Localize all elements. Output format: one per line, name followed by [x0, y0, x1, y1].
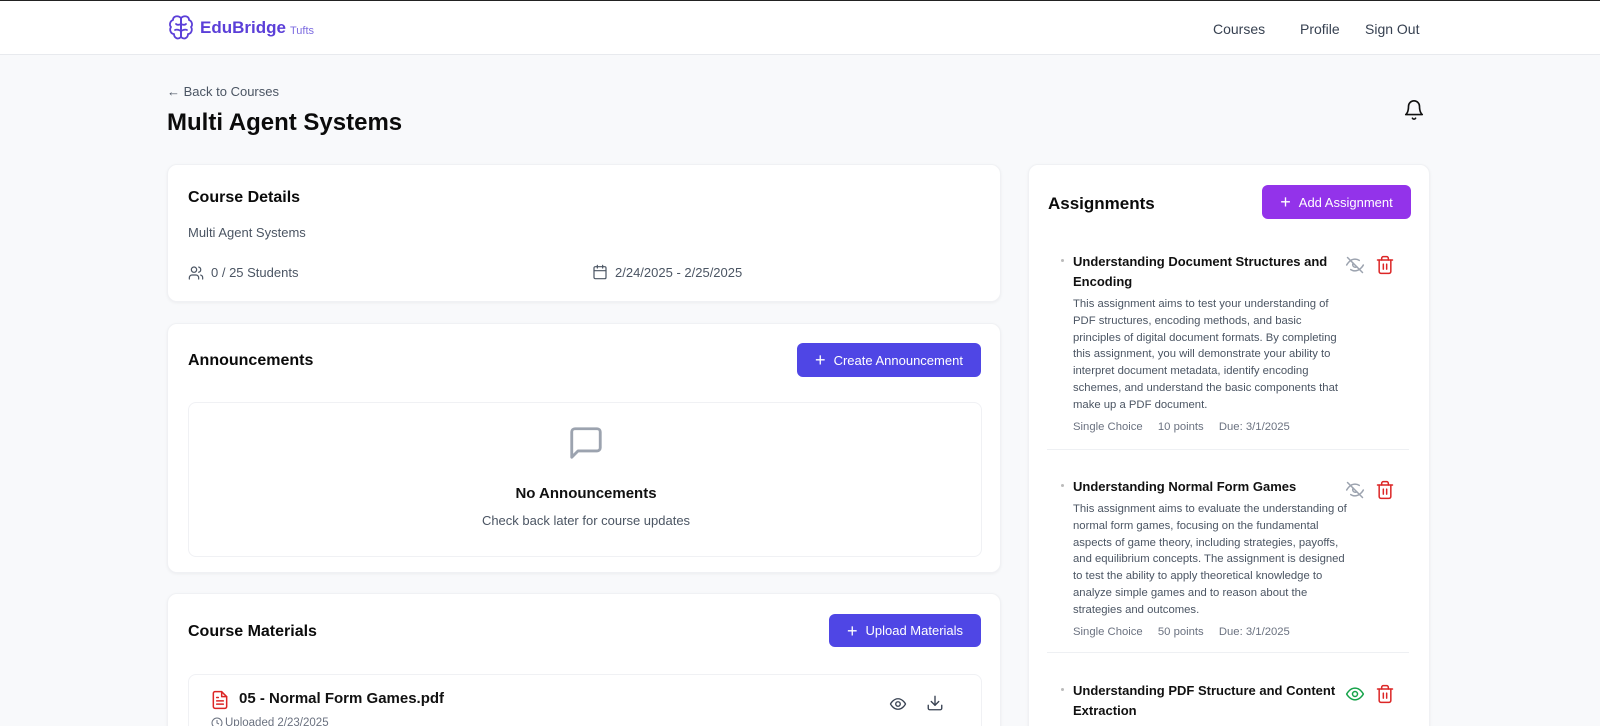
eye-off-icon[interactable]	[1345, 480, 1365, 500]
material-uploaded-date: Uploaded 2/23/2025	[225, 717, 329, 726]
announcements-card: Announcements + Create Announcement No A…	[167, 323, 1001, 573]
assignment-due: Due: 3/1/2025	[1218, 421, 1290, 433]
course-dates: 2/24/2025 - 2/25/2025	[615, 265, 743, 280]
clock-icon	[211, 717, 223, 726]
bullet	[1061, 688, 1064, 691]
assignment-type: Single Choice	[1073, 421, 1143, 433]
assignment-meta: Single Choice 50 points Due: 3/1/2025	[1073, 626, 1302, 638]
upload-materials-label: Upload Materials	[865, 623, 964, 638]
download-icon[interactable]	[926, 694, 944, 712]
materials-heading: Course Materials	[188, 623, 317, 640]
brand-name: EduBridge	[200, 18, 286, 37]
eye-icon[interactable]	[889, 695, 907, 713]
empty-state-subtitle: Check back later for course updates	[481, 513, 691, 528]
create-announcement-label: Create Announcement	[833, 352, 963, 368]
top-navbar: EduBridge Tufts Courses Profile Sign Out	[0, 0, 1600, 55]
brain-icon	[169, 15, 193, 40]
nav-courses[interactable]: Courses	[1213, 21, 1265, 37]
bell-icon[interactable]	[1403, 99, 1425, 121]
plus-icon: +	[1280, 192, 1291, 212]
assignment-meta: Single Choice 10 points Due: 3/1/2025	[1073, 421, 1302, 433]
plus-icon: +	[815, 350, 826, 370]
add-assignment-label: Add Assignment	[1298, 194, 1393, 210]
create-announcement-button[interactable]: + Create Announcement	[797, 343, 981, 377]
upload-materials-button[interactable]: + Upload Materials	[829, 614, 981, 647]
assignment-item[interactable]: Understanding Document Structures and En…	[1047, 252, 1409, 450]
trash-icon[interactable]	[1375, 684, 1395, 704]
assignment-title[interactable]: Understanding PDF Structure and Content …	[1073, 681, 1349, 721]
empty-state-title: No Announcements	[515, 485, 657, 502]
material-name[interactable]: 05 - Normal Form Games.pdf	[239, 690, 444, 707]
calendar-icon	[593, 264, 607, 280]
assignments-heading: Assignments	[1048, 194, 1155, 213]
announcements-heading: Announcements	[188, 352, 314, 369]
course-details-heading: Course Details	[188, 189, 301, 206]
trash-icon[interactable]	[1375, 480, 1395, 500]
student-count: 0 / 25 Students	[211, 265, 299, 280]
bullet	[1061, 484, 1064, 487]
assignment-points: 50 points	[1157, 626, 1204, 638]
eye-off-icon[interactable]	[1345, 255, 1365, 275]
assignment-title[interactable]: Understanding Document Structures and En…	[1073, 252, 1349, 292]
plus-icon: +	[846, 620, 858, 641]
course-description: Multi Agent Systems	[188, 225, 306, 240]
back-to-courses-link[interactable]: ← Back to Courses	[167, 84, 279, 99]
assignment-description: This assignment aims to evaluate the und…	[1073, 503, 1347, 616]
assignment-points: 10 points	[1157, 421, 1204, 433]
course-details-card: Course Details Multi Agent Systems 0 / 2…	[167, 164, 1001, 302]
announcements-empty-state: No Announcements Check back later for co…	[188, 402, 982, 557]
message-square-icon	[570, 427, 602, 459]
assignment-title[interactable]: Understanding Normal Form Games	[1073, 477, 1349, 497]
nav-sign-out[interactable]: Sign Out	[1365, 21, 1419, 37]
course-materials-card: Course Materials + Upload Materials 05 -…	[167, 593, 1001, 726]
assignment-item[interactable]: Understanding PDF Structure and Content …	[1047, 681, 1409, 726]
assignment-due: Due: 3/1/2025	[1218, 626, 1290, 638]
brand-logo[interactable]: EduBridge Tufts	[168, 14, 314, 42]
assignment-type: Single Choice	[1073, 626, 1143, 638]
eye-icon[interactable]	[1345, 684, 1365, 704]
nav-profile[interactable]: Profile	[1300, 21, 1340, 37]
page-title: Multi Agent Systems	[167, 109, 403, 136]
material-item: 05 - Normal Form Games.pdf Uploaded 2/23…	[188, 674, 982, 726]
bullet	[1061, 259, 1064, 262]
trash-icon[interactable]	[1375, 255, 1395, 275]
pdf-file-icon	[212, 690, 228, 710]
assignment-description: This assignment aims to test your unders…	[1073, 298, 1339, 411]
users-icon	[188, 266, 204, 280]
assignment-item[interactable]: Understanding Normal Form Games This ass…	[1047, 477, 1409, 653]
brand-sub: Tufts	[289, 24, 314, 37]
add-assignment-button[interactable]: + Add Assignment	[1262, 185, 1411, 219]
